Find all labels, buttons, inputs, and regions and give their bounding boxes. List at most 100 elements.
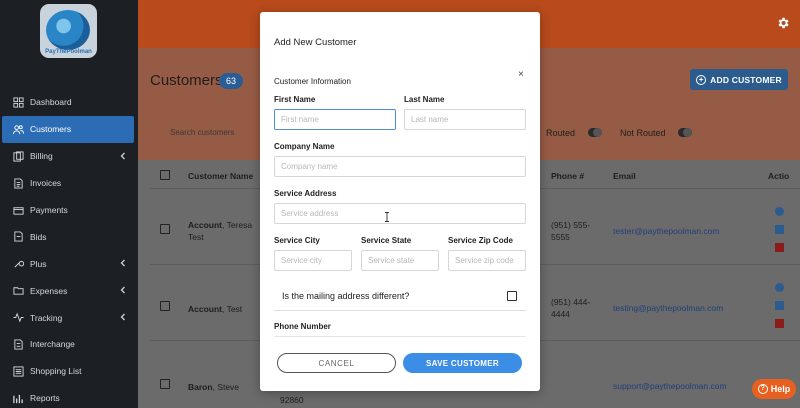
- not-routed-toggle[interactable]: [678, 128, 692, 137]
- sidebar: PayThePoolman Dashboard Customers Billing I…: [0, 0, 138, 408]
- add-customer-button[interactable]: + ADD CUSTOMER: [690, 69, 788, 90]
- plus-circle-icon: +: [696, 74, 707, 85]
- partial-zip: 92860: [280, 395, 304, 405]
- customer-email[interactable]: support@paythepoolman.com: [613, 381, 727, 391]
- chevron-left-icon[interactable]: [118, 258, 128, 268]
- sidebar-item-bids[interactable]: Bids: [0, 223, 138, 250]
- sidebar-item-label: Dashboard: [30, 97, 72, 108]
- list-icon: [12, 365, 24, 377]
- customer-phone: (951) 444- 4444: [551, 297, 591, 319]
- row-checkbox[interactable]: [160, 379, 170, 389]
- sidebar-item-expenses[interactable]: Expenses: [0, 277, 138, 304]
- sidebar-item-label: Reports: [30, 393, 60, 404]
- help-label: Help: [770, 384, 791, 394]
- mailing-address-row: Is the mailing address different?: [274, 283, 526, 311]
- interchange-icon: [12, 338, 24, 350]
- last-name-field[interactable]: [404, 109, 526, 130]
- chevron-left-icon[interactable]: [118, 151, 128, 161]
- save-customer-button[interactable]: SAVE CUSTOMER: [403, 353, 522, 373]
- user-icon[interactable]: [775, 283, 784, 292]
- customer-phone: (951) 555- 5555: [551, 220, 591, 242]
- col-customer-name[interactable]: Customer Name: [188, 171, 253, 181]
- help-button[interactable]: ? Help: [752, 379, 796, 399]
- user-icon[interactable]: [775, 207, 784, 216]
- sidebar-item-payments[interactable]: Payments: [0, 197, 138, 224]
- reports-icon: [12, 392, 24, 404]
- service-state-field[interactable]: [361, 250, 439, 271]
- sidebar-item-label: Plus: [30, 258, 47, 269]
- sidebar-item-label: Bids: [30, 231, 47, 242]
- service-address-field[interactable]: [274, 203, 526, 224]
- invoice-icon: [12, 177, 24, 189]
- app-logo[interactable]: PayThePoolman: [40, 4, 97, 58]
- routed-toggle[interactable]: [588, 128, 602, 137]
- first-name-label: First Name: [274, 95, 316, 104]
- first-name-field[interactable]: [274, 109, 396, 130]
- sidebar-item-label: Customers: [30, 124, 72, 135]
- bids-icon: [12, 231, 24, 243]
- company-name-field[interactable]: [274, 156, 526, 177]
- customer-email[interactable]: tester@paythepoolman.com: [613, 226, 719, 236]
- bolt-icon[interactable]: [775, 225, 784, 234]
- service-zip-label: Service Zip Code: [448, 236, 513, 245]
- sidebar-item-label: Tracking: [30, 312, 63, 323]
- payments-icon: [12, 204, 24, 216]
- service-city-label: Service City: [274, 236, 320, 245]
- col-actions: Actio: [768, 171, 790, 181]
- sidebar-item-label: Invoices: [30, 178, 62, 189]
- routed-label: Routed: [546, 128, 576, 138]
- sidebar-item-shopping-list[interactable]: Shopping List: [0, 358, 138, 385]
- logo-text: PayThePoolman: [45, 49, 92, 55]
- service-zip-field[interactable]: [448, 250, 526, 271]
- activity-icon: [12, 312, 24, 324]
- sidebar-item-dashboard[interactable]: Dashboard: [0, 89, 138, 116]
- close-icon[interactable]: ×: [518, 69, 524, 80]
- mailing-question: Is the mailing address different?: [282, 291, 410, 301]
- sidebar-item-tracking[interactable]: Tracking: [0, 304, 138, 331]
- customer-name: Account, Test: [188, 304, 243, 314]
- sidebar-item-label: Payments: [30, 205, 68, 215]
- cancel-button[interactable]: CANCEL: [277, 353, 396, 373]
- mailing-different-checkbox[interactable]: [507, 291, 517, 301]
- select-all-checkbox[interactable]: [160, 170, 170, 180]
- col-phone[interactable]: Phone #: [551, 171, 584, 181]
- sidebar-item-reports[interactable]: Reports: [0, 385, 138, 408]
- row-checkbox[interactable]: [160, 224, 170, 234]
- sidebar-item-billing[interactable]: Billing: [0, 143, 138, 170]
- gear-icon[interactable]: [776, 16, 790, 30]
- dashboard-icon: [12, 96, 24, 108]
- row-checkbox[interactable]: [160, 301, 170, 311]
- wrench-icon: [12, 258, 24, 270]
- sidebar-item-interchange[interactable]: Interchange: [0, 331, 138, 358]
- sidebar-item-label: Interchange: [30, 339, 75, 350]
- sidebar-item-label: Expenses: [30, 285, 68, 296]
- last-name-label: Last Name: [404, 95, 445, 104]
- sidebar-item-customers[interactable]: Customers: [2, 115, 134, 143]
- section-heading: Customer Information: [274, 77, 351, 86]
- trash-icon[interactable]: [775, 243, 784, 252]
- sidebar-item-label: Shopping List: [30, 366, 82, 377]
- chevron-left-icon[interactable]: [118, 285, 128, 295]
- sidebar-nav: Dashboard Customers Billing Invoices Payment…: [0, 89, 138, 408]
- trash-icon[interactable]: [775, 319, 784, 328]
- customer-email[interactable]: testing@paythepoolman.com: [613, 303, 723, 313]
- not-routed-label: Not Routed: [620, 128, 666, 138]
- text-cursor-icon: [385, 212, 389, 222]
- sidebar-item-invoices[interactable]: Invoices: [0, 170, 138, 197]
- customer-name: Baron, Steve: [188, 382, 240, 392]
- billing-icon: [12, 150, 24, 162]
- row-actions: [775, 283, 789, 337]
- chevron-left-icon[interactable]: [118, 312, 128, 322]
- sidebar-item-label: Billing: [30, 151, 53, 162]
- company-name-label: Company Name: [274, 142, 335, 151]
- bolt-icon[interactable]: [775, 301, 784, 310]
- col-email[interactable]: Email: [613, 171, 636, 181]
- users-icon: [12, 123, 24, 135]
- service-city-field[interactable]: [274, 250, 352, 271]
- search-input[interactable]: Search customers: [170, 128, 234, 137]
- customer-name: Account, Teresa Test: [188, 220, 253, 242]
- phone-number-field[interactable]: [274, 336, 526, 337]
- sidebar-item-plus[interactable]: Plus: [0, 250, 138, 277]
- wave-logo-icon: [46, 10, 90, 50]
- folder-icon: [12, 285, 24, 297]
